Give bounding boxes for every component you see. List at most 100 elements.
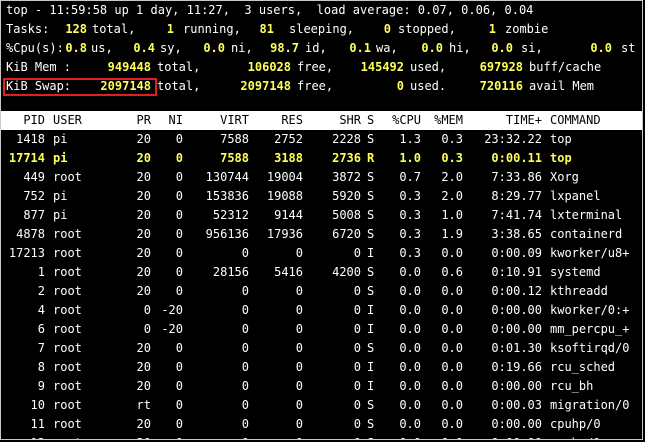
cell-shr: 2736 [332, 151, 361, 165]
cell-command: cpuhp/0 [550, 417, 601, 431]
cell-res: 0 [295, 417, 303, 431]
cell-user: root [53, 341, 82, 355]
cell-pid: 4878 [16, 227, 45, 241]
table-row[interactable]: 7 root 20 0 0 0 0 S 0.0 0.0 0:01.30 ksoftirqd/0 [1, 339, 642, 358]
cell-shr: 5008 [332, 208, 361, 222]
cell-virt: 7588 [220, 151, 249, 165]
column-header-state: S [367, 113, 375, 127]
cell-time: 7:41.74 [491, 208, 542, 222]
cell-pid: 752 [23, 189, 45, 203]
swap-summary-line: KiB Swap: 2097148 total, 2097148 free, 0… [1, 77, 642, 96]
cell-mem: 1.9 [441, 227, 463, 241]
cpu-si: 0.0 [491, 41, 513, 55]
cell-pid: 9 [37, 379, 45, 393]
cell-res: 0 [295, 341, 303, 355]
table-row[interactable]: 11 root 20 0 0 0 0 S 0.0 0.0 0:00.00 cpuhp/0 [1, 415, 642, 434]
cell-user: root [53, 322, 82, 336]
tasks-sleeping: 81 [259, 22, 274, 36]
table-row[interactable]: 4878 root 20 0 956136 17936 6720 S 0.3 1.9 3:38.65… [1, 225, 642, 244]
cpu-id: 98.7 [270, 41, 299, 55]
cell-virt: 0 [241, 303, 249, 317]
cell-mem: 0.0 [441, 322, 463, 336]
tasks-stopped: 0 [383, 22, 391, 36]
cell-mem: 0.0 [441, 417, 463, 431]
column-header-virt: VIRT [220, 113, 249, 127]
cell-cpu: 0.0 [399, 379, 421, 393]
swap-free: 2097148 [240, 79, 291, 93]
cell-command: top [550, 151, 572, 165]
table-row[interactable]: 17213 root 20 0 0 0 0 I 0.3 0.0 0:00.09 kworker/u8+ [1, 244, 642, 263]
cpu-wa: 0.1 [349, 41, 371, 55]
table-row[interactable]: 1418 pi 20 0 7588 2752 2228 S 1.3 0.3 23:32.22 top [1, 130, 642, 149]
cell-pr: 20 [136, 151, 151, 165]
cell-res: 3188 [274, 151, 303, 165]
cell-state: S [367, 417, 375, 431]
table-row[interactable]: 2 root 20 0 0 0 0 S 0.0 0.0 0:00.12 kthreadd [1, 282, 642, 301]
cell-cpu: 0.0 [399, 322, 421, 336]
table-row[interactable]: 12root200000S0.00.00:00.00cpuhp/1 [1, 434, 642, 439]
table-row[interactable]: 6 root 0 -20 0 0 0 I 0.0 0.0 0:00.00 mm_percpu_+ [1, 320, 642, 339]
cell-virt: 28156 [212, 265, 249, 279]
cell-ni: 0 [175, 132, 183, 146]
cell-pid: 17213 [8, 246, 45, 260]
cell-mem: 2.0 [441, 170, 463, 184]
cell-user: root [53, 360, 82, 374]
cell-user: pi [53, 132, 68, 146]
process-table[interactable]: 1418 pi 20 0 7588 2752 2228 S 1.3 0.3 23:32.22 top 1… [1, 130, 642, 439]
column-header-ni: NI [168, 113, 183, 127]
cell-time: 0:00.00 [491, 417, 542, 431]
cell-pr: rt [136, 398, 151, 412]
cell-state: S [367, 170, 375, 184]
cell-time: 3:38.65 [491, 227, 542, 241]
cell-command: mm_percpu_+ [550, 322, 630, 336]
cell-user: pi [53, 189, 68, 203]
cell-shr: 4200 [332, 265, 361, 279]
cell-state: I [367, 246, 375, 260]
cell-pid: 6 [37, 322, 45, 336]
cell-time: 0:01.30 [491, 341, 542, 355]
cell-cpu: 0.0 [399, 417, 421, 431]
table-row[interactable]: 1 root 20 0 28156 5416 4200 S 0.0 0.6 0:10.91 syste… [1, 263, 642, 282]
table-row[interactable]: 752 pi 20 0 153836 19088 5920 S 0.3 2.0 8:29.77 lxp… [1, 187, 642, 206]
table-row[interactable]: 17714 pi 20 0 7588 3188 2736 R 1.0 0.3 0:00.11 top [1, 149, 642, 168]
cell-ni: 0 [175, 398, 183, 412]
cell-res: 19004 [266, 170, 303, 184]
cell-state: S [367, 265, 375, 279]
cell-res: 0 [295, 284, 303, 298]
mem-free: 106028 [247, 60, 291, 74]
cell-user: root [53, 265, 82, 279]
cell-command: cpuhp/1 [550, 434, 601, 439]
swap-avail: 720116 [479, 79, 523, 93]
cell-pid: 4 [37, 303, 45, 317]
cell-cpu: 0.3 [399, 189, 421, 203]
cell-res: 0 [295, 360, 303, 374]
cell-ni: 0 [175, 379, 183, 393]
table-row[interactable]: 10 root rt 0 0 0 0 S 0.0 0.0 0:00.03 migration/0 [1, 396, 642, 415]
terminal-window[interactable]: top - 11:59:58 up 1 day, 11:27, 3 users,… [0, 0, 643, 440]
cell-shr: 5920 [332, 189, 361, 203]
mem-used: 145492 [360, 60, 404, 74]
table-row[interactable]: 8 root 20 0 0 0 0 I 0.0 0.0 0:19.66 rcu_sched [1, 358, 642, 377]
cell-res: 0 [249, 434, 303, 439]
blank-spacer [1, 96, 642, 111]
cell-user: root [53, 379, 82, 393]
cpu-line: %Cpu(s): 0.8 us, 0.4 sy, 0.0 ni, 98.7 id… [1, 39, 642, 58]
cell-time: 0:00.00 [491, 322, 542, 336]
table-row[interactable]: 4 root 0 -20 0 0 0 I 0.0 0.0 0:00.00 kworker/0:+ [1, 301, 642, 320]
table-row[interactable]: 449 root 20 0 130744 19004 3872 S 0.7 2.0 7:33.86 X… [1, 168, 642, 187]
cell-virt: 7588 [220, 132, 249, 146]
cell-virt: 52312 [212, 208, 249, 222]
table-row[interactable]: 877 pi 20 0 52312 9144 5008 S 0.3 1.0 7:41.74 lxter… [1, 206, 642, 225]
cell-virt: 130744 [205, 170, 249, 184]
cell-shr: 0 [353, 284, 361, 298]
uptime-line: top - 11:59:58 up 1 day, 11:27, 3 users,… [1, 1, 642, 20]
cell-res: 5416 [274, 265, 303, 279]
cell-pr: 20 [136, 265, 151, 279]
cell-pr: 20 [136, 246, 151, 260]
cell-cpu: 0.3 [399, 208, 421, 222]
cell-shr: 0 [353, 322, 361, 336]
cell-pr: 20 [136, 170, 151, 184]
table-row[interactable]: 9 root 20 0 0 0 0 I 0.0 0.0 0:00.00 rcu_bh [1, 377, 642, 396]
cell-user: root [53, 284, 82, 298]
cell-time: 0:00.00 [491, 303, 542, 317]
